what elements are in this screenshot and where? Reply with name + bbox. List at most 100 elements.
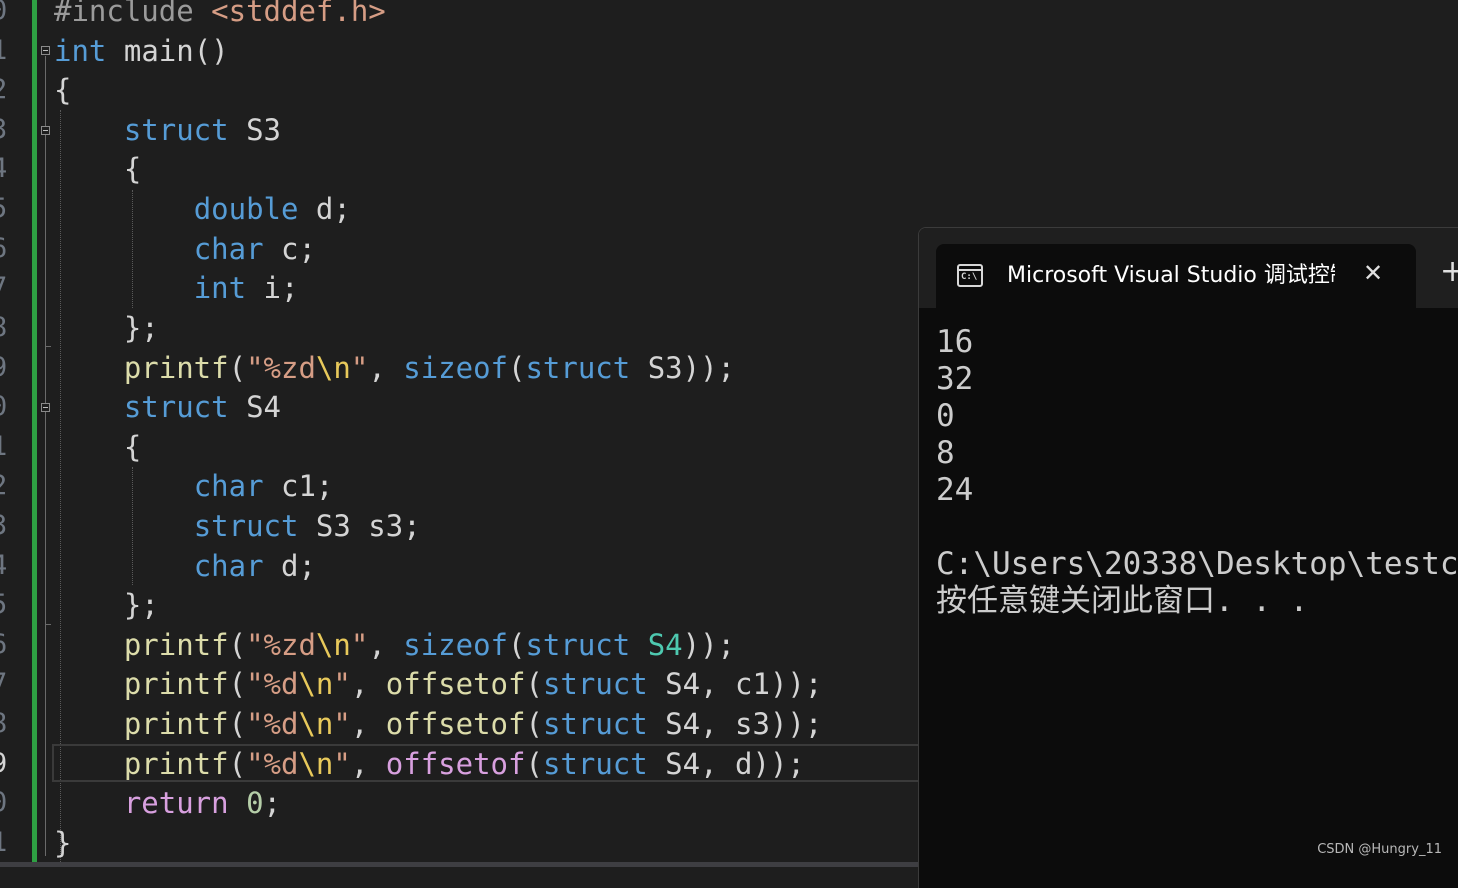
escape-sequence: \n bbox=[315, 628, 351, 662]
console-output-line: 0 bbox=[936, 398, 955, 434]
keyword: char bbox=[193, 232, 264, 266]
fold-struct-s4-icon[interactable] bbox=[41, 403, 50, 412]
line-number: 8 bbox=[0, 308, 11, 348]
code-line[interactable]: } bbox=[54, 823, 71, 863]
keyword: int bbox=[54, 34, 107, 68]
keyword: sizeof bbox=[403, 628, 508, 662]
string-literal: "%d bbox=[246, 707, 299, 741]
code-line[interactable]: }; bbox=[54, 308, 159, 348]
keyword: double bbox=[193, 192, 299, 226]
code-text: S4 bbox=[246, 390, 281, 424]
separator: , bbox=[350, 747, 386, 781]
fold-region-line bbox=[45, 56, 46, 856]
code-text: { bbox=[123, 430, 142, 464]
code-line-printf-current[interactable]: printf("%d\n", offsetof(struct S4, d)); bbox=[54, 744, 805, 784]
code-text: { bbox=[123, 152, 142, 186]
line-number: 4 bbox=[0, 546, 11, 586]
code-text: c; bbox=[281, 232, 316, 266]
paren: ( bbox=[508, 351, 526, 385]
line-number: 7 bbox=[0, 268, 11, 308]
line-number: 3 bbox=[0, 110, 11, 150]
code-line[interactable]: { bbox=[54, 427, 141, 467]
keyword: struct bbox=[525, 628, 631, 662]
code-line[interactable]: char d; bbox=[54, 546, 316, 586]
code-line[interactable]: { bbox=[54, 149, 141, 189]
keyword: struct bbox=[542, 707, 648, 741]
string-literal: " bbox=[333, 707, 351, 741]
code-line[interactable]: { bbox=[54, 70, 71, 110]
paren: ( bbox=[228, 628, 247, 662]
line-number: 3 bbox=[0, 506, 11, 546]
code-line[interactable]: double d; bbox=[54, 189, 351, 229]
code-line-printf[interactable]: printf("%d\n", offsetof(struct S4, c1)); bbox=[54, 664, 822, 704]
string-literal: "%zd bbox=[246, 628, 316, 662]
string-literal: " bbox=[350, 628, 369, 662]
code-text: d; bbox=[315, 192, 351, 226]
escape-sequence: \n bbox=[298, 747, 334, 781]
fold-main-icon[interactable] bbox=[41, 46, 50, 55]
macro-name: offsetof bbox=[385, 667, 526, 701]
paren: ( bbox=[228, 667, 247, 701]
code-text: { bbox=[54, 73, 72, 107]
code-line[interactable]: struct S3 s3; bbox=[54, 506, 421, 546]
paren: ( bbox=[525, 667, 543, 701]
function-name: printf bbox=[123, 707, 229, 741]
code-line[interactable]: char c1; bbox=[54, 466, 334, 506]
code-line-printf[interactable]: printf("%zd\n", sizeof(struct S4)); bbox=[54, 625, 735, 665]
keyword: struct bbox=[123, 390, 229, 424]
code-line[interactable]: int i; bbox=[54, 268, 299, 308]
function-name: printf bbox=[123, 667, 229, 701]
string-literal: "%d bbox=[246, 747, 299, 781]
paren: ( bbox=[228, 707, 247, 741]
code-line-return[interactable]: return 0; bbox=[54, 783, 281, 823]
code-line[interactable]: struct S3 bbox=[54, 110, 281, 150]
code-line-printf[interactable]: printf("%d\n", offsetof(struct S4, s3)); bbox=[54, 704, 822, 744]
paren: ( bbox=[508, 628, 526, 662]
separator: , bbox=[368, 351, 404, 385]
horizontal-scrollbar[interactable] bbox=[0, 862, 918, 867]
code-text: )); bbox=[752, 747, 805, 781]
code-line[interactable]: }; bbox=[54, 585, 159, 625]
string-literal: "%d bbox=[246, 667, 299, 701]
paren: ( bbox=[228, 747, 247, 781]
type-name: S3 bbox=[647, 351, 683, 385]
code-text: )); bbox=[769, 707, 823, 741]
debug-console-window[interactable]: C:\ Microsoft Visual Studio 调试控制台 ✕ + 16… bbox=[918, 227, 1458, 888]
include-header: <stddef.h> bbox=[211, 0, 386, 28]
code-line-include[interactable]: #include <stddef.h> bbox=[54, 0, 386, 31]
code-text: main() bbox=[123, 34, 229, 68]
line-number: 4 bbox=[0, 149, 11, 189]
line-number: 2 bbox=[0, 466, 11, 506]
line-number: 0 bbox=[0, 783, 11, 823]
code-text: )); bbox=[682, 351, 736, 385]
keyword: char bbox=[193, 549, 264, 583]
tab-title: Microsoft Visual Studio 调试控制台 bbox=[1007, 263, 1335, 288]
watermark: CSDN @Hungry_11 bbox=[1317, 842, 1442, 857]
code-line[interactable]: struct S4 bbox=[54, 387, 281, 427]
string-literal: " bbox=[350, 351, 369, 385]
console-titlebar: C:\ Microsoft Visual Studio 调试控制台 ✕ + bbox=[919, 228, 1458, 308]
paren: ( bbox=[228, 351, 247, 385]
code-line-main[interactable]: int main() bbox=[54, 31, 229, 71]
fold-end-marker bbox=[45, 346, 51, 347]
new-tab-icon[interactable]: + bbox=[1440, 257, 1458, 287]
code-text: d; bbox=[281, 549, 316, 583]
function-name: printf bbox=[123, 351, 229, 385]
code-line-printf[interactable]: printf("%zd\n", sizeof(struct S3)); bbox=[54, 348, 735, 388]
keyword: sizeof bbox=[403, 351, 508, 385]
console-tab[interactable]: C:\ Microsoft Visual Studio 调试控制台 ✕ bbox=[936, 244, 1416, 308]
code-text: S3 s3; bbox=[315, 509, 421, 543]
console-output-line: 24 bbox=[936, 472, 974, 508]
escape-sequence: \n bbox=[298, 667, 334, 701]
line-number: 1 bbox=[0, 823, 11, 863]
paren: ( bbox=[525, 707, 543, 741]
code-line[interactable]: char c; bbox=[54, 229, 316, 269]
code-text: }; bbox=[123, 311, 159, 345]
keyword: struct bbox=[525, 351, 631, 385]
fold-end-marker bbox=[45, 624, 51, 625]
line-number: 1 bbox=[0, 427, 11, 467]
fold-struct-s3-icon[interactable] bbox=[41, 126, 50, 135]
close-icon[interactable]: ✕ bbox=[1358, 258, 1388, 288]
number-literal: 0 bbox=[246, 786, 264, 820]
change-indicator-bar bbox=[32, 0, 37, 862]
